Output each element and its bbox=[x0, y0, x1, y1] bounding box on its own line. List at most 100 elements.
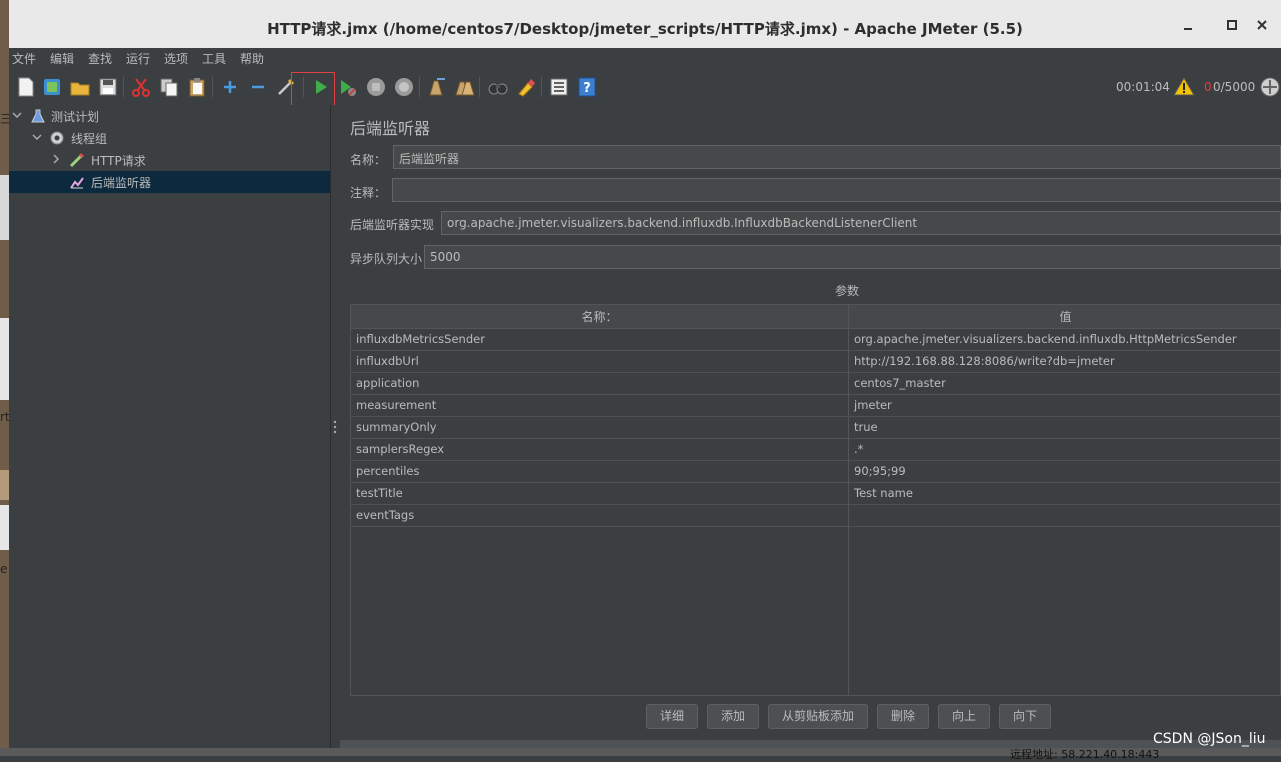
param-value[interactable]: jmeter bbox=[849, 395, 1281, 417]
tree-item-label: 测试计划 bbox=[51, 110, 100, 124]
tree-item-label: 线程组 bbox=[71, 132, 108, 146]
table-row[interactable]: summaryOnly true bbox=[351, 417, 1281, 439]
param-value[interactable]: 90;95;99 bbox=[849, 461, 1281, 483]
window-title: HTTP请求.jmx (/home/centos7/Desktop/jmeter… bbox=[267, 20, 1023, 38]
splitter-grip-icon[interactable] bbox=[333, 420, 337, 434]
new-icon[interactable] bbox=[15, 76, 37, 98]
param-value[interactable]: http://192.168.88.128:8086/write?db=jmet… bbox=[849, 351, 1281, 373]
param-name[interactable]: eventTags bbox=[351, 505, 849, 527]
warning-icon[interactable] bbox=[1173, 76, 1195, 98]
param-name[interactable]: measurement bbox=[351, 395, 849, 417]
search-icon[interactable] bbox=[487, 76, 509, 98]
add-from-clipboard-button[interactable]: 从剪贴板添加 bbox=[768, 704, 868, 729]
pipette-icon bbox=[69, 152, 85, 168]
param-value[interactable]: Test name bbox=[849, 483, 1281, 505]
stop-icon[interactable] bbox=[365, 76, 387, 98]
horizontal-scrollbar[interactable] bbox=[340, 740, 1281, 748]
name-label: 名称： bbox=[350, 153, 387, 167]
table-row[interactable]: eventTags bbox=[351, 505, 1281, 527]
param-value[interactable]: org.apache.jmeter.visualizers.backend.in… bbox=[849, 329, 1281, 351]
remote-status-icon[interactable] bbox=[1259, 76, 1281, 98]
open-icon[interactable] bbox=[69, 76, 91, 98]
close-icon[interactable] bbox=[1255, 18, 1269, 32]
collapse-icon[interactable] bbox=[247, 76, 269, 98]
menu-edit[interactable]: 编辑 bbox=[50, 50, 74, 67]
tree-item-test-plan[interactable]: 测试计划 bbox=[9, 105, 330, 127]
param-name[interactable]: summaryOnly bbox=[351, 417, 849, 439]
param-name[interactable]: percentiles bbox=[351, 461, 849, 483]
paste-icon[interactable] bbox=[186, 76, 208, 98]
chevron-right-icon[interactable] bbox=[50, 153, 62, 165]
add-button[interactable]: 添加 bbox=[707, 704, 759, 729]
chevron-down-icon[interactable] bbox=[31, 131, 43, 143]
cut-icon[interactable] bbox=[130, 76, 152, 98]
table-row[interactable]: samplersRegex .* bbox=[351, 439, 1281, 461]
move-up-button[interactable]: 向上 bbox=[938, 704, 990, 729]
comment-field[interactable] bbox=[392, 178, 1281, 202]
menu-help[interactable]: 帮助 bbox=[240, 50, 264, 67]
clear-icon[interactable] bbox=[425, 76, 447, 98]
chevron-down-icon[interactable] bbox=[11, 109, 23, 121]
menu-tools[interactable]: 工具 bbox=[202, 50, 226, 67]
desktop-window-fragment bbox=[0, 505, 9, 550]
detail-button[interactable]: 详细 bbox=[646, 704, 698, 729]
tree-item-label: 后端监听器 bbox=[91, 176, 152, 190]
flask-icon bbox=[30, 108, 46, 124]
window-titlebar[interactable]: HTTP请求.jmx (/home/centos7/Desktop/jmeter… bbox=[9, 0, 1281, 49]
templates-icon[interactable] bbox=[41, 76, 63, 98]
toolbar-separator bbox=[123, 77, 124, 97]
maximize-icon[interactable] bbox=[1225, 18, 1239, 32]
watermark: CSDN @JSon_liu bbox=[1153, 731, 1266, 747]
elapsed-timer: 00:01:04 bbox=[1116, 80, 1170, 94]
params-title: 参数 bbox=[835, 284, 860, 298]
delete-button[interactable]: 删除 bbox=[877, 704, 929, 729]
save-icon[interactable] bbox=[97, 76, 119, 98]
shutdown-icon[interactable] bbox=[393, 76, 415, 98]
table-row[interactable]: measurement jmeter bbox=[351, 395, 1281, 417]
active-threads: 0/5000 bbox=[1213, 80, 1256, 94]
move-down-button[interactable]: 向下 bbox=[999, 704, 1051, 729]
param-name[interactable]: samplersRegex bbox=[351, 439, 849, 461]
panel-title: 后端监听器 bbox=[350, 119, 431, 138]
menu-search[interactable]: 查找 bbox=[88, 50, 112, 67]
tree-item-thread-group[interactable]: 线程组 bbox=[9, 127, 330, 149]
reset-search-icon[interactable] bbox=[515, 76, 537, 98]
param-name[interactable]: influxdbUrl bbox=[351, 351, 849, 373]
column-header-value[interactable]: 值 bbox=[849, 305, 1281, 329]
help-icon[interactable]: ? bbox=[576, 76, 598, 98]
param-value[interactable] bbox=[849, 505, 1281, 527]
menu-options[interactable]: 选项 bbox=[164, 50, 188, 67]
table-row[interactable]: application centos7_master bbox=[351, 373, 1281, 395]
implementation-label: 后端监听器实现 bbox=[350, 218, 435, 232]
clear-all-icon[interactable] bbox=[453, 76, 475, 98]
tree-item-http-request[interactable]: HTTP请求 bbox=[9, 149, 330, 171]
param-value[interactable]: .* bbox=[849, 439, 1281, 461]
column-header-name[interactable]: 名称： bbox=[351, 305, 849, 329]
param-value[interactable]: centos7_master bbox=[849, 373, 1281, 395]
table-row[interactable]: influxdbUrl http://192.168.88.128:8086/w… bbox=[351, 351, 1281, 373]
param-name[interactable]: influxdbMetricsSender bbox=[351, 329, 849, 351]
tree-item-backend-listener[interactable]: 后端监听器 bbox=[9, 171, 330, 193]
desktop-text: e bbox=[0, 562, 8, 576]
error-count: 0 bbox=[1204, 80, 1212, 94]
param-name[interactable]: application bbox=[351, 373, 849, 395]
minimize-icon[interactable] bbox=[1181, 18, 1195, 32]
param-name[interactable]: testTitle bbox=[351, 483, 849, 505]
table-row[interactable]: influxdbMetricsSender org.apache.jmeter.… bbox=[351, 329, 1281, 351]
start-icon[interactable] bbox=[309, 76, 331, 98]
queue-size-field[interactable]: 5000 bbox=[424, 245, 1281, 269]
name-field[interactable]: 后端监听器 bbox=[393, 145, 1281, 169]
implementation-select[interactable]: org.apache.jmeter.visualizers.backend.in… bbox=[441, 211, 1281, 235]
function-helper-icon[interactable] bbox=[548, 76, 570, 98]
copy-icon[interactable] bbox=[158, 76, 180, 98]
menu-bar: 文件 编辑 查找 运行 选项 工具 帮助 bbox=[9, 48, 1281, 69]
desktop-window-fragment bbox=[0, 318, 9, 400]
menu-file[interactable]: 文件 bbox=[12, 50, 36, 67]
menu-run[interactable]: 运行 bbox=[126, 50, 150, 67]
desktop-window-fragment bbox=[0, 175, 9, 240]
table-row[interactable]: testTitle Test name bbox=[351, 483, 1281, 505]
param-value[interactable]: true bbox=[849, 417, 1281, 439]
expand-icon[interactable] bbox=[219, 76, 241, 98]
table-row[interactable]: percentiles 90;95;99 bbox=[351, 461, 1281, 483]
start-no-pauses-icon[interactable] bbox=[337, 76, 359, 98]
